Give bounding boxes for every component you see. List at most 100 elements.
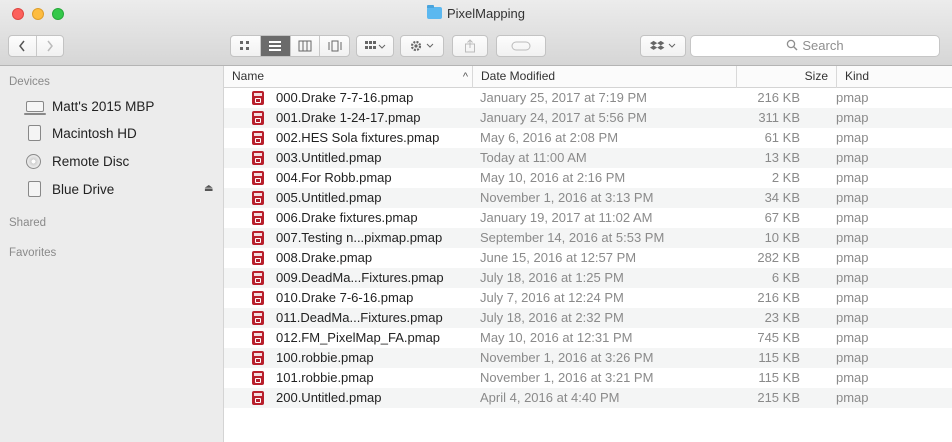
- pmap-file-icon: [252, 231, 264, 245]
- file-row[interactable]: 009.DeadMa...Fixtures.pmap July 18, 2016…: [224, 268, 952, 288]
- sidebar-item-blue-drive[interactable]: Blue Drive: [26, 178, 114, 200]
- arrange-icon: [365, 41, 386, 49]
- file-name: 004.For Robb.pmap: [276, 170, 392, 185]
- share-icon: [465, 39, 475, 53]
- file-row[interactable]: 001.Drake 1-24-17.pmap January 24, 2017 …: [224, 108, 952, 128]
- pmap-file-icon: [252, 271, 264, 285]
- file-name: 006.Drake fixtures.pmap: [276, 210, 418, 225]
- pmap-file-icon: [252, 191, 264, 205]
- file-row[interactable]: 007.Testing n...pixmap.pmap September 14…: [224, 228, 952, 248]
- file-date-modified: September 14, 2016 at 5:53 PM: [480, 230, 665, 245]
- file-name: 012.FM_PixelMap_FA.pmap: [276, 330, 441, 345]
- sidebar-item-remote-disc[interactable]: Remote Disc: [26, 150, 129, 172]
- file-size: 215 KB: [757, 390, 800, 405]
- file-row[interactable]: 005.Untitled.pmap November 1, 2016 at 3:…: [224, 188, 952, 208]
- file-list: Name ^ Date Modified Size Kind 000.Drake…: [224, 66, 952, 442]
- pmap-file-icon: [252, 311, 264, 325]
- pmap-file-icon: [252, 351, 264, 365]
- pmap-file-icon: [252, 91, 264, 105]
- file-kind: pmap: [836, 230, 869, 245]
- sidebar-item-label: Blue Drive: [52, 181, 115, 197]
- file-kind: pmap: [836, 190, 869, 205]
- action-button[interactable]: [400, 35, 444, 57]
- file-size: 745 KB: [757, 330, 800, 345]
- sidebar-item-label: Macintosh HD: [52, 125, 137, 141]
- sidebar-item-matts-mbp[interactable]: Matt's 2015 MBP: [24, 95, 155, 117]
- back-button[interactable]: [9, 36, 37, 56]
- file-row[interactable]: 002.HES Sola fixtures.pmap May 6, 2016 a…: [224, 128, 952, 148]
- file-kind: pmap: [836, 250, 869, 265]
- cover-flow-button[interactable]: [320, 36, 349, 56]
- sidebar-section-favorites: Favorites: [9, 247, 57, 259]
- file-row[interactable]: 100.robbie.pmap November 1, 2016 at 3:26…: [224, 348, 952, 368]
- file-kind: pmap: [836, 170, 869, 185]
- file-row[interactable]: 004.For Robb.pmap May 10, 2016 at 2:16 P…: [224, 168, 952, 188]
- file-name: 007.Testing n...pixmap.pmap: [276, 230, 443, 245]
- sidebar-item-macintosh-hd[interactable]: Macintosh HD: [26, 122, 137, 144]
- file-name: 002.HES Sola fixtures.pmap: [276, 130, 440, 145]
- arrange-button[interactable]: [356, 35, 394, 57]
- file-date-modified: May 10, 2016 at 12:31 PM: [480, 330, 633, 345]
- column-view-icon: [298, 40, 312, 52]
- pmap-file-icon: [252, 151, 264, 165]
- column-view-button[interactable]: [291, 36, 321, 56]
- window-title: PixelMapping: [0, 5, 952, 21]
- file-date-modified: January 24, 2017 at 5:56 PM: [480, 110, 647, 125]
- tag-button[interactable]: [496, 35, 546, 57]
- file-kind: pmap: [836, 110, 869, 125]
- file-date-modified: June 15, 2016 at 12:57 PM: [480, 250, 637, 265]
- file-row[interactable]: 008.Drake.pmap June 15, 2016 at 12:57 PM…: [224, 248, 952, 268]
- file-name: 000.Drake 7-7-16.pmap: [276, 90, 414, 105]
- file-kind: pmap: [836, 390, 869, 405]
- sidebar-item-label: Matt's 2015 MBP: [52, 98, 155, 114]
- list-view-icon: [269, 41, 282, 51]
- eject-icon[interactable]: ⏏: [204, 183, 213, 194]
- file-row[interactable]: 000.Drake 7-7-16.pmap January 25, 2017 a…: [224, 88, 952, 108]
- file-size: 115 KB: [758, 370, 800, 385]
- file-kind: pmap: [836, 330, 869, 345]
- hard-drive-icon: [28, 125, 41, 141]
- tag-icon: [511, 41, 531, 51]
- pmap-file-icon: [252, 371, 264, 385]
- share-button[interactable]: [452, 35, 488, 57]
- file-row[interactable]: 006.Drake fixtures.pmap January 19, 2017…: [224, 208, 952, 228]
- file-row[interactable]: 010.Drake 7-6-16.pmap July 7, 2016 at 12…: [224, 288, 952, 308]
- file-row[interactable]: 200.Untitled.pmap April 4, 2016 at 4:40 …: [224, 388, 952, 408]
- search-field[interactable]: Search: [690, 35, 940, 57]
- file-date-modified: May 10, 2016 at 2:16 PM: [480, 170, 626, 185]
- file-date-modified: November 1, 2016 at 3:13 PM: [480, 190, 654, 205]
- file-kind: pmap: [836, 290, 869, 305]
- dropbox-button[interactable]: [640, 35, 686, 57]
- column-header-kind[interactable]: Kind: [836, 66, 952, 88]
- file-size: 61 KB: [764, 130, 800, 145]
- file-name: 101.robbie.pmap: [276, 370, 374, 385]
- pmap-file-icon: [252, 391, 264, 405]
- file-row[interactable]: 011.DeadMa...Fixtures.pmap July 18, 2016…: [224, 308, 952, 328]
- column-header-name[interactable]: Name ^: [232, 66, 468, 88]
- file-size: 311 KB: [758, 110, 800, 125]
- sidebar-section-devices: Devices: [9, 76, 50, 88]
- file-kind: pmap: [836, 270, 869, 285]
- list-view-button[interactable]: [260, 36, 291, 56]
- file-row[interactable]: 101.robbie.pmap November 1, 2016 at 3:21…: [224, 368, 952, 388]
- cover-flow-icon: [328, 40, 342, 52]
- forward-button[interactable]: [37, 36, 64, 56]
- file-size: 6 KB: [771, 270, 800, 285]
- file-date-modified: Today at 11:00 AM: [480, 150, 587, 165]
- chevron-left-icon: [19, 40, 25, 52]
- file-row[interactable]: 012.FM_PixelMap_FA.pmap May 10, 2016 at …: [224, 328, 952, 348]
- file-row[interactable]: 003.Untitled.pmap Today at 11:00 AM 13 K…: [224, 148, 952, 168]
- column-header-date-modified[interactable]: Date Modified: [472, 66, 736, 88]
- column-header-size[interactable]: Size: [736, 66, 836, 88]
- file-size: 216 KB: [757, 90, 800, 105]
- file-size: 115 KB: [758, 350, 800, 365]
- file-date-modified: July 7, 2016 at 12:24 PM: [480, 290, 624, 305]
- external-drive-icon: [28, 181, 41, 197]
- icon-view-button[interactable]: [231, 36, 261, 56]
- file-size: 67 KB: [764, 210, 800, 225]
- file-name: 200.Untitled.pmap: [276, 390, 382, 405]
- file-kind: pmap: [836, 130, 869, 145]
- file-size: 13 KB: [764, 150, 800, 165]
- gear-icon: [410, 40, 434, 52]
- pmap-file-icon: [252, 171, 264, 185]
